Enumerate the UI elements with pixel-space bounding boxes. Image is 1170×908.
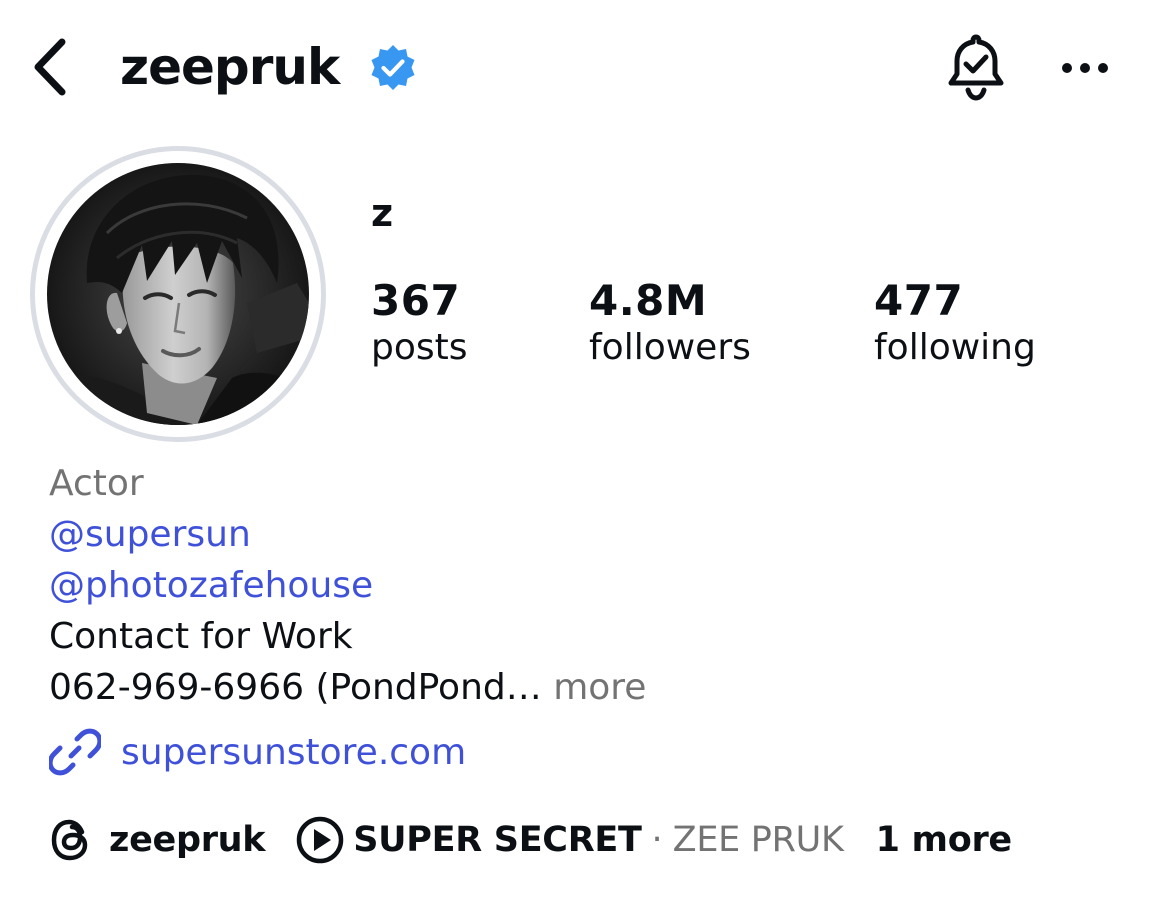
bio-mention-photozafehouse[interactable]: @photozafehouse (49, 560, 1129, 611)
bio-phone-line: 062-969-6966 (PondPond… more (49, 662, 1129, 713)
profile-username: zeepruk (120, 38, 340, 96)
profile-avatar-ring[interactable] (30, 146, 326, 442)
bio-more-link[interactable]: more (553, 667, 646, 708)
posts-label: posts (371, 327, 468, 368)
chevron-left-icon (34, 38, 66, 96)
music-title: SUPER SECRET (353, 820, 642, 860)
bio-category: Actor (49, 463, 144, 504)
followers-count: 4.8M (589, 276, 708, 325)
following-stat[interactable]: 477 following (874, 276, 1036, 370)
followers-label: followers (589, 327, 751, 368)
more-horizontal-icon (1062, 63, 1108, 73)
profile-link-text: supersunstore.com (121, 731, 467, 773)
more-options-button[interactable] (1054, 46, 1116, 90)
threads-badge[interactable]: zeepruk (49, 817, 266, 863)
following-label: following (874, 327, 1036, 368)
threads-icon (51, 819, 88, 861)
posts-count: 367 (371, 276, 461, 325)
following-count: 477 (874, 276, 964, 325)
bell-check-icon (948, 34, 1004, 101)
profile-bio: Actor @supersun @photozafehouse Contact … (49, 458, 1129, 713)
back-button[interactable] (22, 30, 78, 104)
bio-contact-line: Contact for Work (49, 616, 353, 657)
profile-avatar (47, 163, 309, 425)
threads-handle: zeepruk (109, 820, 266, 860)
profile-link[interactable]: supersunstore.com (49, 724, 466, 780)
play-circle-icon (297, 816, 344, 864)
notifications-button[interactable] (940, 28, 1012, 108)
more-chips-button[interactable]: 1 more (876, 820, 1013, 860)
verified-badge-icon (371, 45, 415, 90)
posts-stat[interactable]: 367 posts (371, 276, 468, 370)
music-separator: · (651, 820, 663, 860)
link-icon (49, 728, 101, 776)
followers-stat[interactable]: 4.8M followers (589, 276, 751, 370)
profile-chips-row: zeepruk SUPER SECRET · ZEE PRUK 1 more (49, 810, 1012, 870)
music-artist: ZEE PRUK (672, 820, 844, 860)
bio-phone-text: 062-969-6966 (PondPond… (49, 667, 542, 708)
bio-mention-supersun[interactable]: @supersun (49, 509, 1129, 560)
profile-display-name: z (371, 191, 394, 235)
top-bar: zeepruk (0, 0, 1170, 140)
music-badge[interactable]: SUPER SECRET · ZEE PRUK (295, 815, 844, 865)
